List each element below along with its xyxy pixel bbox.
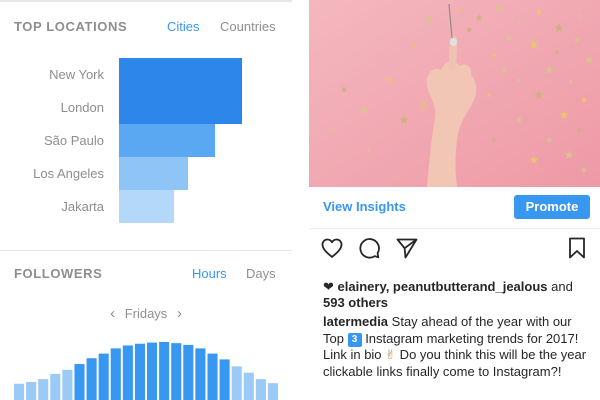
followers-hour-bar [171,343,182,400]
likes-summary: ❤︎ elainery, peanutbutterand_jealous and… [323,279,595,311]
followers-hour-bar [267,383,278,400]
followers-hour-bar [26,382,37,400]
followers-hour-bar [159,342,170,400]
section-divider [0,250,292,251]
share-icon[interactable] [395,236,419,260]
caption-username[interactable]: latermedia [323,314,388,329]
tab-days[interactable]: Days [246,266,276,281]
liked-by-users[interactable]: elainery, peanutbutterand_jealous [338,279,548,294]
location-row: London [0,91,292,125]
tab-cities[interactable]: Cities [167,19,200,34]
likes-others[interactable]: 593 others [323,295,388,310]
followers-hour-bar [243,372,254,400]
top-rule [0,0,292,2]
location-label: London [60,100,104,115]
followers-hour-bar [255,379,266,400]
location-row: Los Angeles [0,157,292,191]
followers-hour-bar [147,342,158,400]
followers-hour-bar [86,358,97,400]
followers-hours-chart [14,342,278,400]
tab-hours[interactable]: Hours [192,266,227,281]
followers-hour-bar [50,373,61,400]
followers-hour-bar [14,383,25,400]
location-row: New York [0,58,292,92]
view-insights-link[interactable]: View Insights [323,199,406,214]
location-bar [119,190,174,223]
victory-hand-icon: ✌ [385,347,397,362]
promote-button[interactable]: Promote [514,195,590,219]
followers-hour-bar [219,359,230,400]
followers-hour-bar [134,343,145,400]
insights-panel: TOP LOCATIONS Cities Countries New York L… [0,0,292,400]
comment-icon[interactable] [357,236,381,260]
followers-hour-bar [122,345,133,400]
post-panel: View Insights Promote ❤︎ elainery, peanu… [309,0,600,400]
bookmark-icon[interactable] [565,236,589,260]
location-label: Jakarta [61,199,104,214]
followers-hour-bar [38,379,49,400]
followers-hour-bar [183,344,194,400]
top-locations-title: TOP LOCATIONS [14,19,128,34]
followers-hour-bar [98,353,109,400]
location-bar [119,157,188,190]
keycap-three-emoji: 3 [347,332,362,347]
followers-hour-bar [74,364,85,400]
location-label: Los Angeles [33,166,104,181]
location-label: São Paulo [44,133,104,148]
location-label: New York [49,67,104,82]
followers-hour-bar [231,366,242,400]
likes-and: and [547,279,573,294]
followers-hour-bar [207,353,218,400]
followers-hour-bar [110,348,121,400]
followers-hour-bar [62,369,73,400]
location-bar [119,91,242,124]
heart-icon[interactable] [320,236,344,260]
likes-heart-icon: ❤︎ [323,279,334,294]
location-bar [119,124,215,157]
post-caption: latermedia Stay ahead of the year with o… [323,314,595,380]
action-divider [309,228,600,229]
location-row: São Paulo [0,124,292,158]
location-bar [119,58,242,91]
followers-hour-bar [195,348,206,400]
post-photo[interactable] [309,0,600,187]
tab-countries[interactable]: Countries [220,19,276,34]
location-row: Jakarta [0,190,292,224]
followers-title: FOLLOWERS [14,266,103,281]
